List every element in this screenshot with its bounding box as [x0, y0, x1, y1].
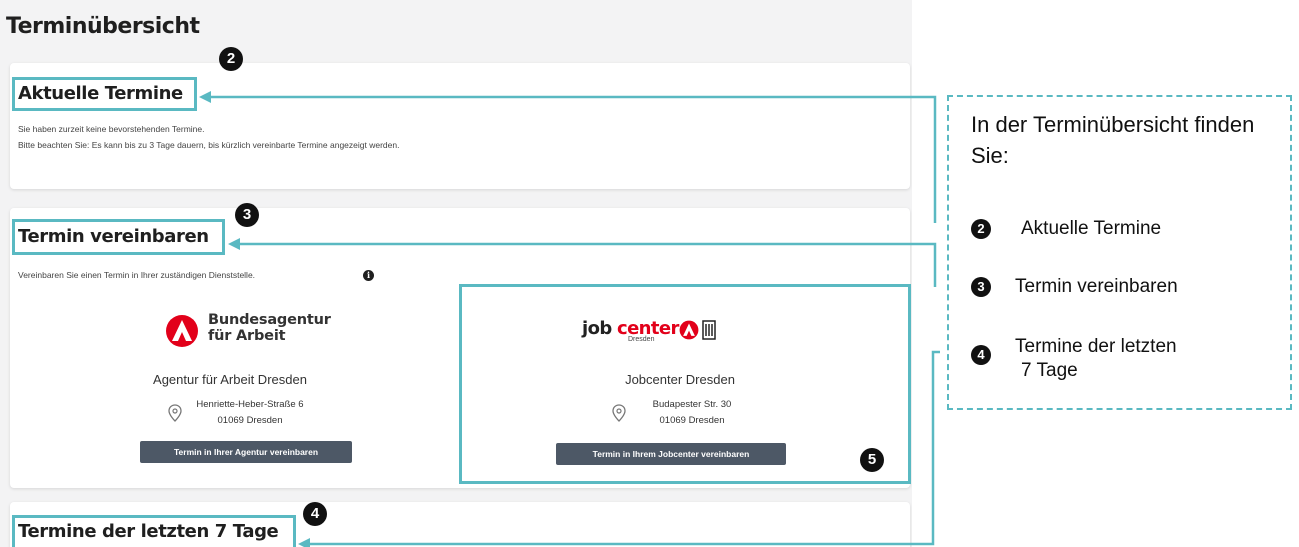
no-appointments-text: Sie haben zurzeit keine bevorstehenden T…: [18, 124, 205, 134]
page-title: Terminübersicht: [6, 14, 200, 39]
legend-title: In der Terminübersicht finden Sie:: [971, 112, 1255, 168]
ba-logo-icon: [166, 315, 198, 347]
ba-logo-text-2: für Arbeit: [208, 328, 286, 344]
agency-name: Agentur für Arbeit Dresden: [153, 372, 307, 387]
marker-4: 4: [303, 502, 327, 526]
highlight-book-title: [12, 219, 225, 255]
legend-box: In der Terminübersicht finden Sie: 2 Akt…: [947, 95, 1292, 410]
marker-2: 2: [219, 47, 243, 71]
legend-item-current: Aktuelle Termine: [1021, 218, 1162, 239]
marker-5: 5: [860, 448, 884, 472]
display-delay-note: Bitte beachten Sie: Es kann bis zu 3 Tag…: [18, 140, 400, 150]
legend-marker-2: 2: [971, 219, 991, 239]
app-screen: Terminübersicht Aktuelle Termine Sie hab…: [0, 0, 912, 547]
ba-logo-text-1: Bundesagentur: [208, 312, 331, 328]
highlight-current-title: [12, 77, 197, 111]
legend-marker-3: 3: [971, 277, 991, 297]
location-pin-icon: [168, 404, 182, 422]
highlight-jobcenter-panel: [459, 284, 911, 484]
legend-item-book: Termin vereinbaren: [1015, 276, 1178, 297]
marker-3: 3: [235, 203, 259, 227]
agency-book-button[interactable]: Termin in Ihrer Agentur vereinbaren: [140, 441, 352, 463]
legend-marker-4: 4: [971, 345, 991, 365]
agency-street: Henriette-Heber-Straße 6: [196, 399, 304, 410]
legend-item-past-line2: 7 Tage: [1021, 360, 1078, 381]
highlight-past-title: [12, 515, 296, 547]
agency-city: 01069 Dresden: [217, 415, 283, 426]
legend-item-past-line1: Termine der letzten: [1015, 336, 1177, 357]
